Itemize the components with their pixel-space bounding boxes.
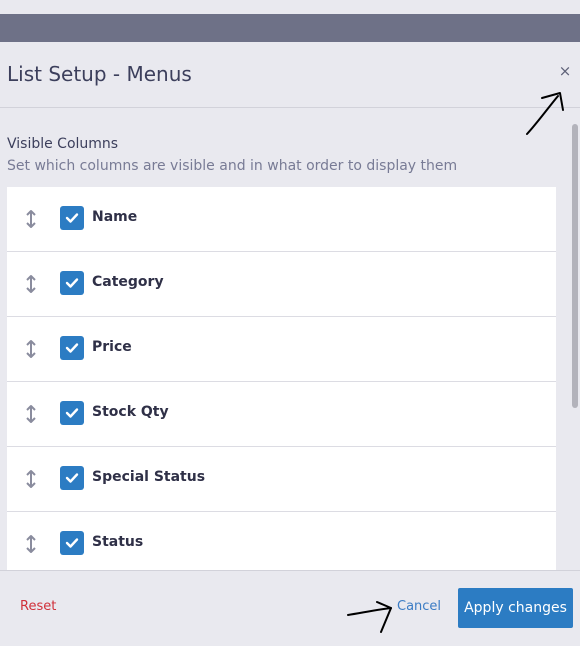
column-row: Special Status	[7, 447, 556, 512]
checkmark-icon	[65, 538, 79, 548]
cancel-button[interactable]: Cancel	[397, 599, 441, 614]
column-checkbox[interactable]	[60, 401, 84, 425]
column-label: Name	[92, 209, 138, 225]
column-row: Stock Qty	[7, 382, 556, 447]
modal-scrollbar[interactable]	[572, 124, 578, 408]
column-row: Price	[7, 317, 556, 382]
page-backdrop	[0, 0, 580, 14]
column-label: Category	[92, 274, 164, 290]
column-row: Name	[7, 187, 556, 252]
drag-handle-icon[interactable]	[24, 534, 38, 554]
modal-header: List Setup - Menus ×	[0, 42, 580, 108]
checkmark-icon	[65, 278, 79, 288]
drag-handle-icon[interactable]	[24, 209, 38, 229]
drag-handle-icon[interactable]	[24, 469, 38, 489]
column-checkbox[interactable]	[60, 206, 84, 230]
column-row: Category	[7, 252, 556, 317]
drag-handle-icon[interactable]	[24, 404, 38, 424]
column-row: Status	[7, 512, 556, 570]
column-checkbox[interactable]	[60, 531, 84, 555]
checkmark-icon	[65, 473, 79, 483]
visible-columns-list: Name Category Price Stock Qty Special Status…	[7, 187, 556, 570]
list-setup-modal: List Setup - Menus × Visible Columns Set…	[0, 42, 580, 646]
reset-button[interactable]: Reset	[20, 599, 56, 614]
drag-handle-icon[interactable]	[24, 274, 38, 294]
checkmark-icon	[65, 213, 79, 223]
modal-footer: Reset Cancel Apply changes	[0, 570, 580, 646]
column-checkbox[interactable]	[60, 336, 84, 360]
column-label: Special Status	[92, 469, 206, 485]
section-subtitle: Set which columns are visible and in wha…	[7, 158, 458, 174]
section-title: Visible Columns	[7, 136, 119, 152]
checkmark-icon	[65, 408, 79, 418]
column-checkbox[interactable]	[60, 271, 84, 295]
column-label: Price	[92, 339, 132, 355]
column-checkbox[interactable]	[60, 466, 84, 490]
page-header-bar	[0, 14, 580, 42]
apply-changes-button[interactable]: Apply changes	[458, 588, 573, 628]
drag-handle-icon[interactable]	[24, 339, 38, 359]
close-icon[interactable]: ×	[555, 61, 575, 81]
column-label: Stock Qty	[92, 404, 169, 420]
checkmark-icon	[65, 343, 79, 353]
modal-title: List Setup - Menus	[7, 62, 192, 86]
column-label: Status	[92, 534, 144, 550]
